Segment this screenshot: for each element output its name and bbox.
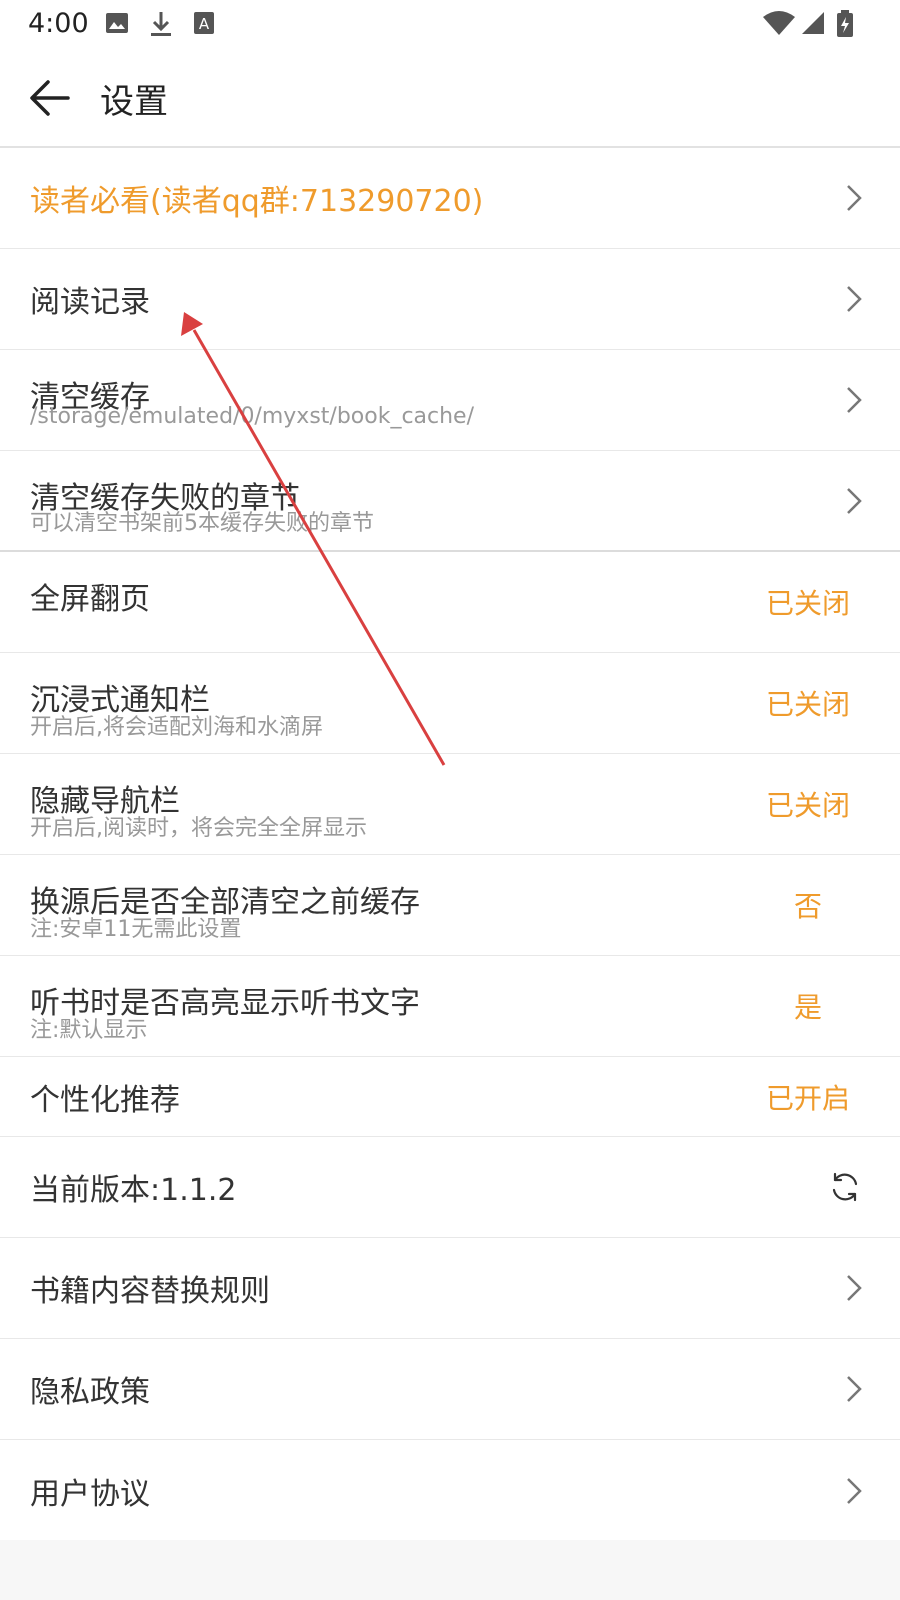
chevron-right-icon xyxy=(847,387,862,413)
settings-item-label: 全屏翻页 xyxy=(30,582,150,617)
settings-item-personalized-recommend[interactable]: 个性化推荐 已开启 xyxy=(0,1057,900,1137)
font-icon: A xyxy=(194,12,214,34)
settings-item-label: 读者必看(读者qq群:713290720) xyxy=(30,184,484,219)
chevron-right-icon xyxy=(847,286,862,312)
settings-item-subtitle: 可以清空书架前5本缓存失败的章节 xyxy=(30,511,374,536)
settings-item-highlight-listen-text[interactable]: 听书时是否高亮显示听书文字 注:默认显示 是 xyxy=(0,956,900,1057)
settings-item-reader-notice[interactable]: 读者必看(读者qq群:713290720) xyxy=(0,148,900,249)
status-value: 是 xyxy=(793,991,822,1024)
signal-icon xyxy=(802,12,824,34)
svg-text:A: A xyxy=(199,15,210,33)
status-bar: 4:00 A xyxy=(0,0,900,48)
status-value: 已关闭 xyxy=(765,587,850,620)
status-value: 已关闭 xyxy=(765,688,850,721)
status-time: 4:00 xyxy=(28,8,89,39)
status-value: 已关闭 xyxy=(765,789,850,822)
chevron-right-icon xyxy=(847,185,862,211)
chevron-right-icon xyxy=(847,1376,862,1402)
settings-item-current-version[interactable]: 当前版本:1.1.2 xyxy=(0,1137,900,1238)
settings-item-label: 个性化推荐 xyxy=(30,1082,180,1118)
battery-charging-icon xyxy=(837,10,853,37)
settings-item-subtitle: /storage/emulated/0/myxst/book_cache/ xyxy=(30,404,475,429)
settings-item-hide-navbar[interactable]: 隐藏导航栏 开启后,阅读时，将会完全全屏显示 已关闭 xyxy=(0,754,900,855)
settings-item-clear-cache-on-switch[interactable]: 换源后是否全部清空之前缓存 注:安卓11无需此设置 否 xyxy=(0,855,900,956)
settings-list: 读者必看(读者qq群:713290720) 阅读记录 清空缓存 /storage… xyxy=(0,148,900,1541)
app-bar: 设置 xyxy=(0,48,900,148)
status-value: 否 xyxy=(793,890,822,923)
settings-item-label: 书籍内容替换规则 xyxy=(30,1274,270,1309)
settings-item-subtitle: 开启后,将会适配刘海和水滴屏 xyxy=(30,715,323,740)
settings-item-reading-history[interactable]: 阅读记录 xyxy=(0,249,900,350)
wifi-icon xyxy=(763,11,795,35)
image-icon xyxy=(106,13,128,33)
arrow-left-icon[interactable] xyxy=(28,78,70,118)
settings-item-user-agreement[interactable]: 用户协议 xyxy=(0,1440,900,1541)
status-value: 已开启 xyxy=(765,1081,850,1115)
download-icon xyxy=(151,12,171,36)
settings-item-label: 隐私政策 xyxy=(30,1375,150,1410)
settings-item-subtitle: 注:安卓11无需此设置 xyxy=(30,917,242,942)
sync-icon[interactable] xyxy=(828,1170,862,1204)
bottom-spacer xyxy=(0,1540,900,1600)
settings-item-content-replace-rules[interactable]: 书籍内容替换规则 xyxy=(0,1238,900,1339)
chevron-right-icon xyxy=(847,1477,862,1504)
settings-item-clear-cache[interactable]: 清空缓存 /storage/emulated/0/myxst/book_cach… xyxy=(0,350,900,451)
page-title: 设置 xyxy=(100,82,168,122)
settings-item-fullscreen-paging[interactable]: 全屏翻页 已关闭 xyxy=(0,552,900,653)
settings-item-clear-failed-chapters[interactable]: 清空缓存失败的章节 可以清空书架前5本缓存失败的章节 xyxy=(0,451,900,552)
settings-item-subtitle: 注:默认显示 xyxy=(30,1018,148,1043)
settings-item-label: 阅读记录 xyxy=(30,285,150,320)
settings-item-privacy-policy[interactable]: 隐私政策 xyxy=(0,1339,900,1440)
settings-item-label: 当前版本:1.1.2 xyxy=(30,1173,237,1208)
chevron-right-icon xyxy=(847,487,862,514)
settings-item-subtitle: 开启后,阅读时，将会完全全屏显示 xyxy=(30,816,367,841)
chevron-right-icon xyxy=(847,1275,862,1301)
settings-item-immersive-statusbar[interactable]: 沉浸式通知栏 开启后,将会适配刘海和水滴屏 已关闭 xyxy=(0,653,900,754)
settings-item-label: 用户协议 xyxy=(30,1476,150,1512)
